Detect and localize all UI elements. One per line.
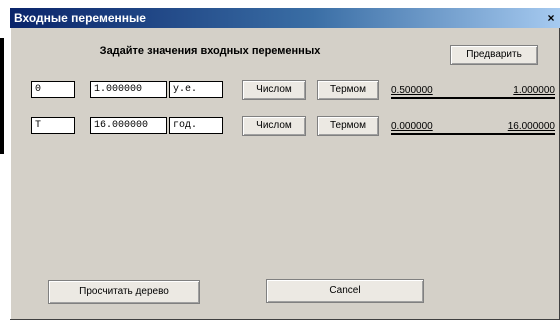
- input-variables-dialog: Входные переменные × Задайте значения вх…: [10, 8, 560, 320]
- range-max-value: 1.000000: [513, 85, 555, 96]
- left-edge-bar: [0, 38, 4, 154]
- numeric-button[interactable]: Числом: [242, 80, 306, 100]
- close-button[interactable]: ×: [544, 11, 558, 25]
- instruction-text: Задайте значения входных переменных: [99, 45, 321, 57]
- cancel-button[interactable]: Cancel: [266, 279, 424, 303]
- term-button[interactable]: Термом: [317, 116, 379, 136]
- calculate-tree-button[interactable]: Просчитать дерево: [48, 280, 200, 304]
- variable-unit-field[interactable]: год.: [169, 117, 223, 134]
- variable-name-field[interactable]: T: [31, 117, 75, 134]
- range-max-value: 16.000000: [507, 121, 555, 132]
- window-title: Входные переменные: [14, 11, 146, 25]
- range-min-value: 0.000000: [391, 121, 433, 132]
- range-min-value: 0.500000: [391, 85, 433, 96]
- numeric-button[interactable]: Числом: [242, 116, 306, 136]
- variable-unit-field[interactable]: у.е.: [169, 81, 223, 98]
- range-indicator: 0.500000 1.000000: [391, 82, 555, 99]
- variable-value-field[interactable]: 1.000000: [90, 81, 167, 98]
- title-bar: Входные переменные ×: [10, 8, 560, 28]
- term-button[interactable]: Термом: [317, 80, 379, 100]
- variable-name-field[interactable]: 0: [31, 81, 75, 98]
- preview-button[interactable]: Предварить: [450, 45, 538, 65]
- range-indicator: 0.000000 16.000000: [391, 118, 555, 135]
- variable-value-field[interactable]: 16.000000: [90, 117, 167, 134]
